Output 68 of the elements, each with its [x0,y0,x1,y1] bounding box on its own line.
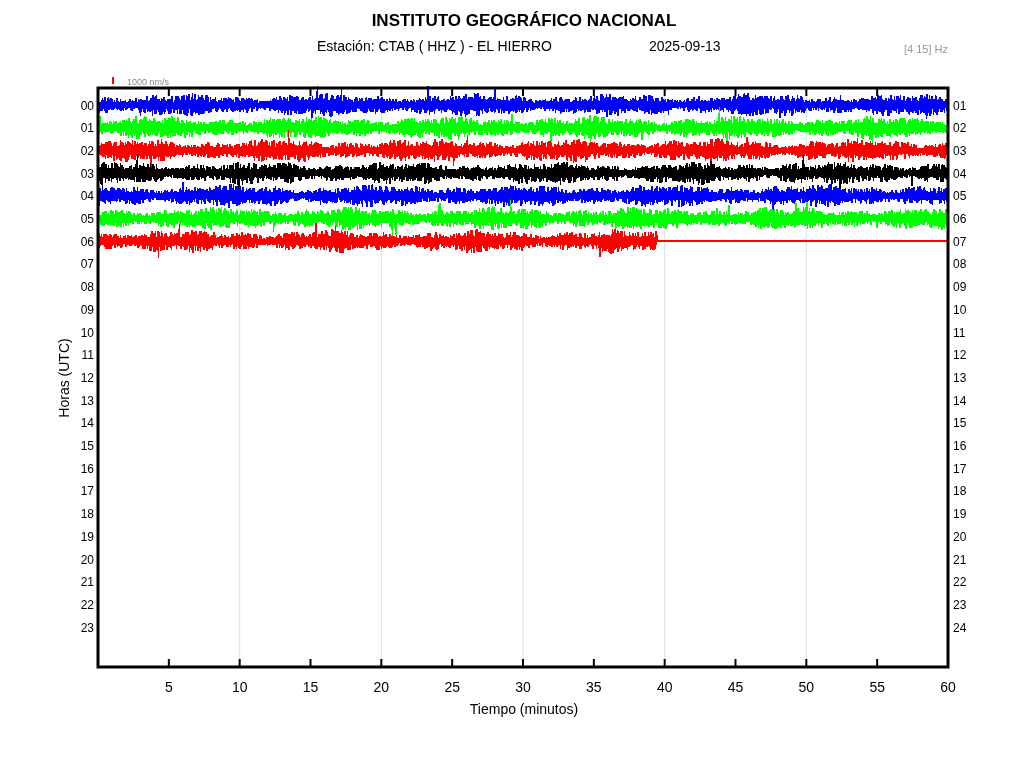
hour-label: 14 [953,393,967,408]
hour-label: 13 [80,393,94,408]
x-axis-label: Tiempo (minutos) [469,701,579,717]
hour-label: 08 [953,257,967,272]
hour-label: 00 [80,98,94,113]
x-tick-label: 25 [444,679,460,695]
hour-label: 11 [81,348,94,363]
hour-label: 04 [80,189,94,204]
chart-title: INSTITUTO GEOGRÁFICO NACIONAL [371,11,677,30]
hour-label: 19 [953,507,967,522]
hour-label: 11 [953,325,966,340]
hour-label: 07 [953,234,967,249]
hour-label: 03 [953,143,967,158]
hour-label: 22 [80,597,94,612]
hour-label: 14 [80,416,94,431]
hour-label: 02 [80,143,94,158]
hour-label: 06 [80,234,94,249]
x-tick-label: 45 [727,679,744,695]
hour-label: 18 [80,507,94,522]
hour-label: 08 [80,280,94,295]
hour-label: 15 [953,416,967,431]
hour-label: 04 [953,166,967,181]
filter-label: [4 15] Hz [903,43,948,55]
hour-label: 15 [80,439,94,453]
y-axis-label: Horas (UTC) [56,338,72,418]
x-tick-label: 40 [656,679,673,695]
hour-label: 16 [80,461,94,476]
hour-label: 12 [80,370,94,385]
hour-label: 10 [80,325,94,340]
scale-legend: 1000 nm/s [127,77,170,87]
hour-label: 10 [953,302,967,317]
x-tick-label: 60 [940,679,956,695]
hour-label: 21 [80,575,94,590]
date-label: 2025-09-13 [649,38,721,54]
hour-label: 02 [953,121,967,136]
hour-label: 13 [953,370,967,385]
hour-label: 23 [80,620,94,635]
hour-label: 22 [953,575,967,590]
station-label: Estación: CTAB ( HHZ ) - EL HIERRO [317,38,552,54]
hour-label: 05 [80,212,94,226]
scale-bar-icon [112,76,114,85]
hour-label: 20 [953,529,967,544]
hour-label: 19 [80,529,94,544]
hour-label: 06 [953,212,967,226]
x-tick-label: 35 [586,679,602,695]
x-tick-label: 15 [302,679,319,695]
x-tick-label: 5 [164,679,173,695]
x-tick-label: 55 [869,679,885,695]
hour-label: 09 [80,302,94,317]
hour-label: 24 [953,620,967,635]
x-tick-label: 10 [231,679,248,695]
x-tick-label: 20 [373,679,390,695]
hour-label: 12 [953,348,967,363]
hour-label: 01 [80,121,94,136]
hour-label: 01 [953,98,967,113]
x-tick-label: 30 [515,679,531,695]
hour-label: 05 [953,189,967,204]
hour-label: 09 [953,280,967,295]
hour-label: 17 [953,461,967,476]
hour-label: 07 [80,257,94,272]
hour-label: 21 [953,552,967,567]
x-tick-label: 50 [798,679,815,695]
hour-label: 03 [80,166,94,181]
hour-label: 18 [953,484,967,499]
hour-label: 23 [953,597,967,612]
hour-label: 20 [80,552,94,567]
hour-label: 17 [80,484,94,499]
hour-label: 16 [953,439,967,453]
